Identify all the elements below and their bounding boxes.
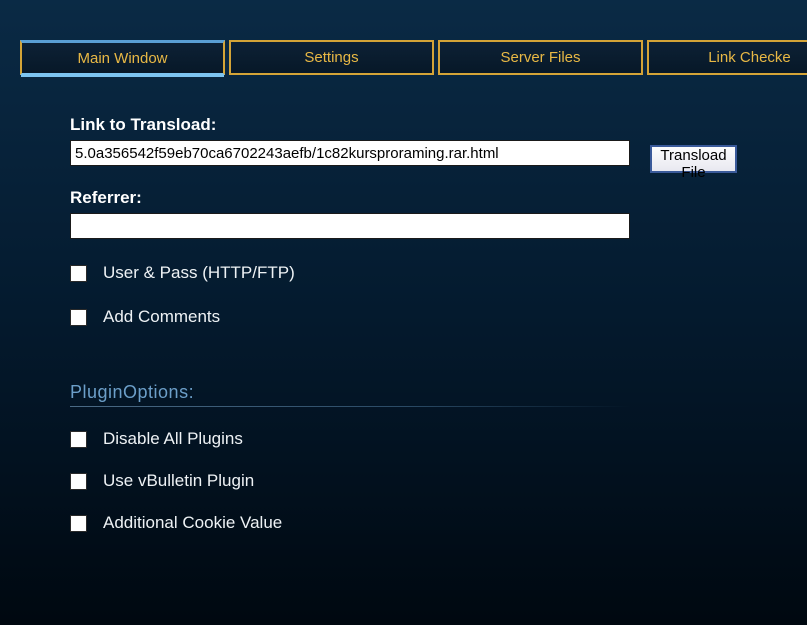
tab-server-files[interactable]: Server Files xyxy=(438,40,643,75)
tab-link-checker[interactable]: Link Checke xyxy=(647,40,807,75)
referrer-input[interactable] xyxy=(70,213,630,239)
link-to-transload-label: Link to Transload: xyxy=(70,115,630,135)
user-pass-label[interactable]: User & Pass (HTTP/FTP) xyxy=(103,263,295,283)
disable-all-plugins-label[interactable]: Disable All Plugins xyxy=(103,429,243,449)
additional-cookie-checkbox[interactable] xyxy=(70,515,87,532)
tab-label: Settings xyxy=(304,49,358,66)
additional-cookie-label[interactable]: Additional Cookie Value xyxy=(103,513,282,533)
tab-bar: Main Window Settings Server Files Link C… xyxy=(0,0,807,75)
referrer-label: Referrer: xyxy=(70,188,630,208)
tab-label: Main Window xyxy=(77,50,167,67)
user-pass-checkbox[interactable] xyxy=(70,265,87,282)
transload-file-button[interactable]: Transload File xyxy=(650,145,737,173)
link-to-transload-input[interactable] xyxy=(70,140,630,166)
plugin-options-title: PluginOptions: xyxy=(70,382,630,403)
vbulletin-plugin-checkbox[interactable] xyxy=(70,473,87,490)
add-comments-checkbox[interactable] xyxy=(70,309,87,326)
tab-label: Server Files xyxy=(500,49,580,66)
add-comments-label[interactable]: Add Comments xyxy=(103,307,220,327)
disable-all-plugins-checkbox[interactable] xyxy=(70,431,87,448)
main-content: Link to Transload: Referrer: User & Pass… xyxy=(0,75,807,533)
plugin-options-divider xyxy=(70,406,630,407)
tab-settings[interactable]: Settings xyxy=(229,40,434,75)
tab-label: Link Checke xyxy=(708,49,791,66)
vbulletin-plugin-label[interactable]: Use vBulletin Plugin xyxy=(103,471,254,491)
tab-main-window[interactable]: Main Window xyxy=(20,40,225,75)
